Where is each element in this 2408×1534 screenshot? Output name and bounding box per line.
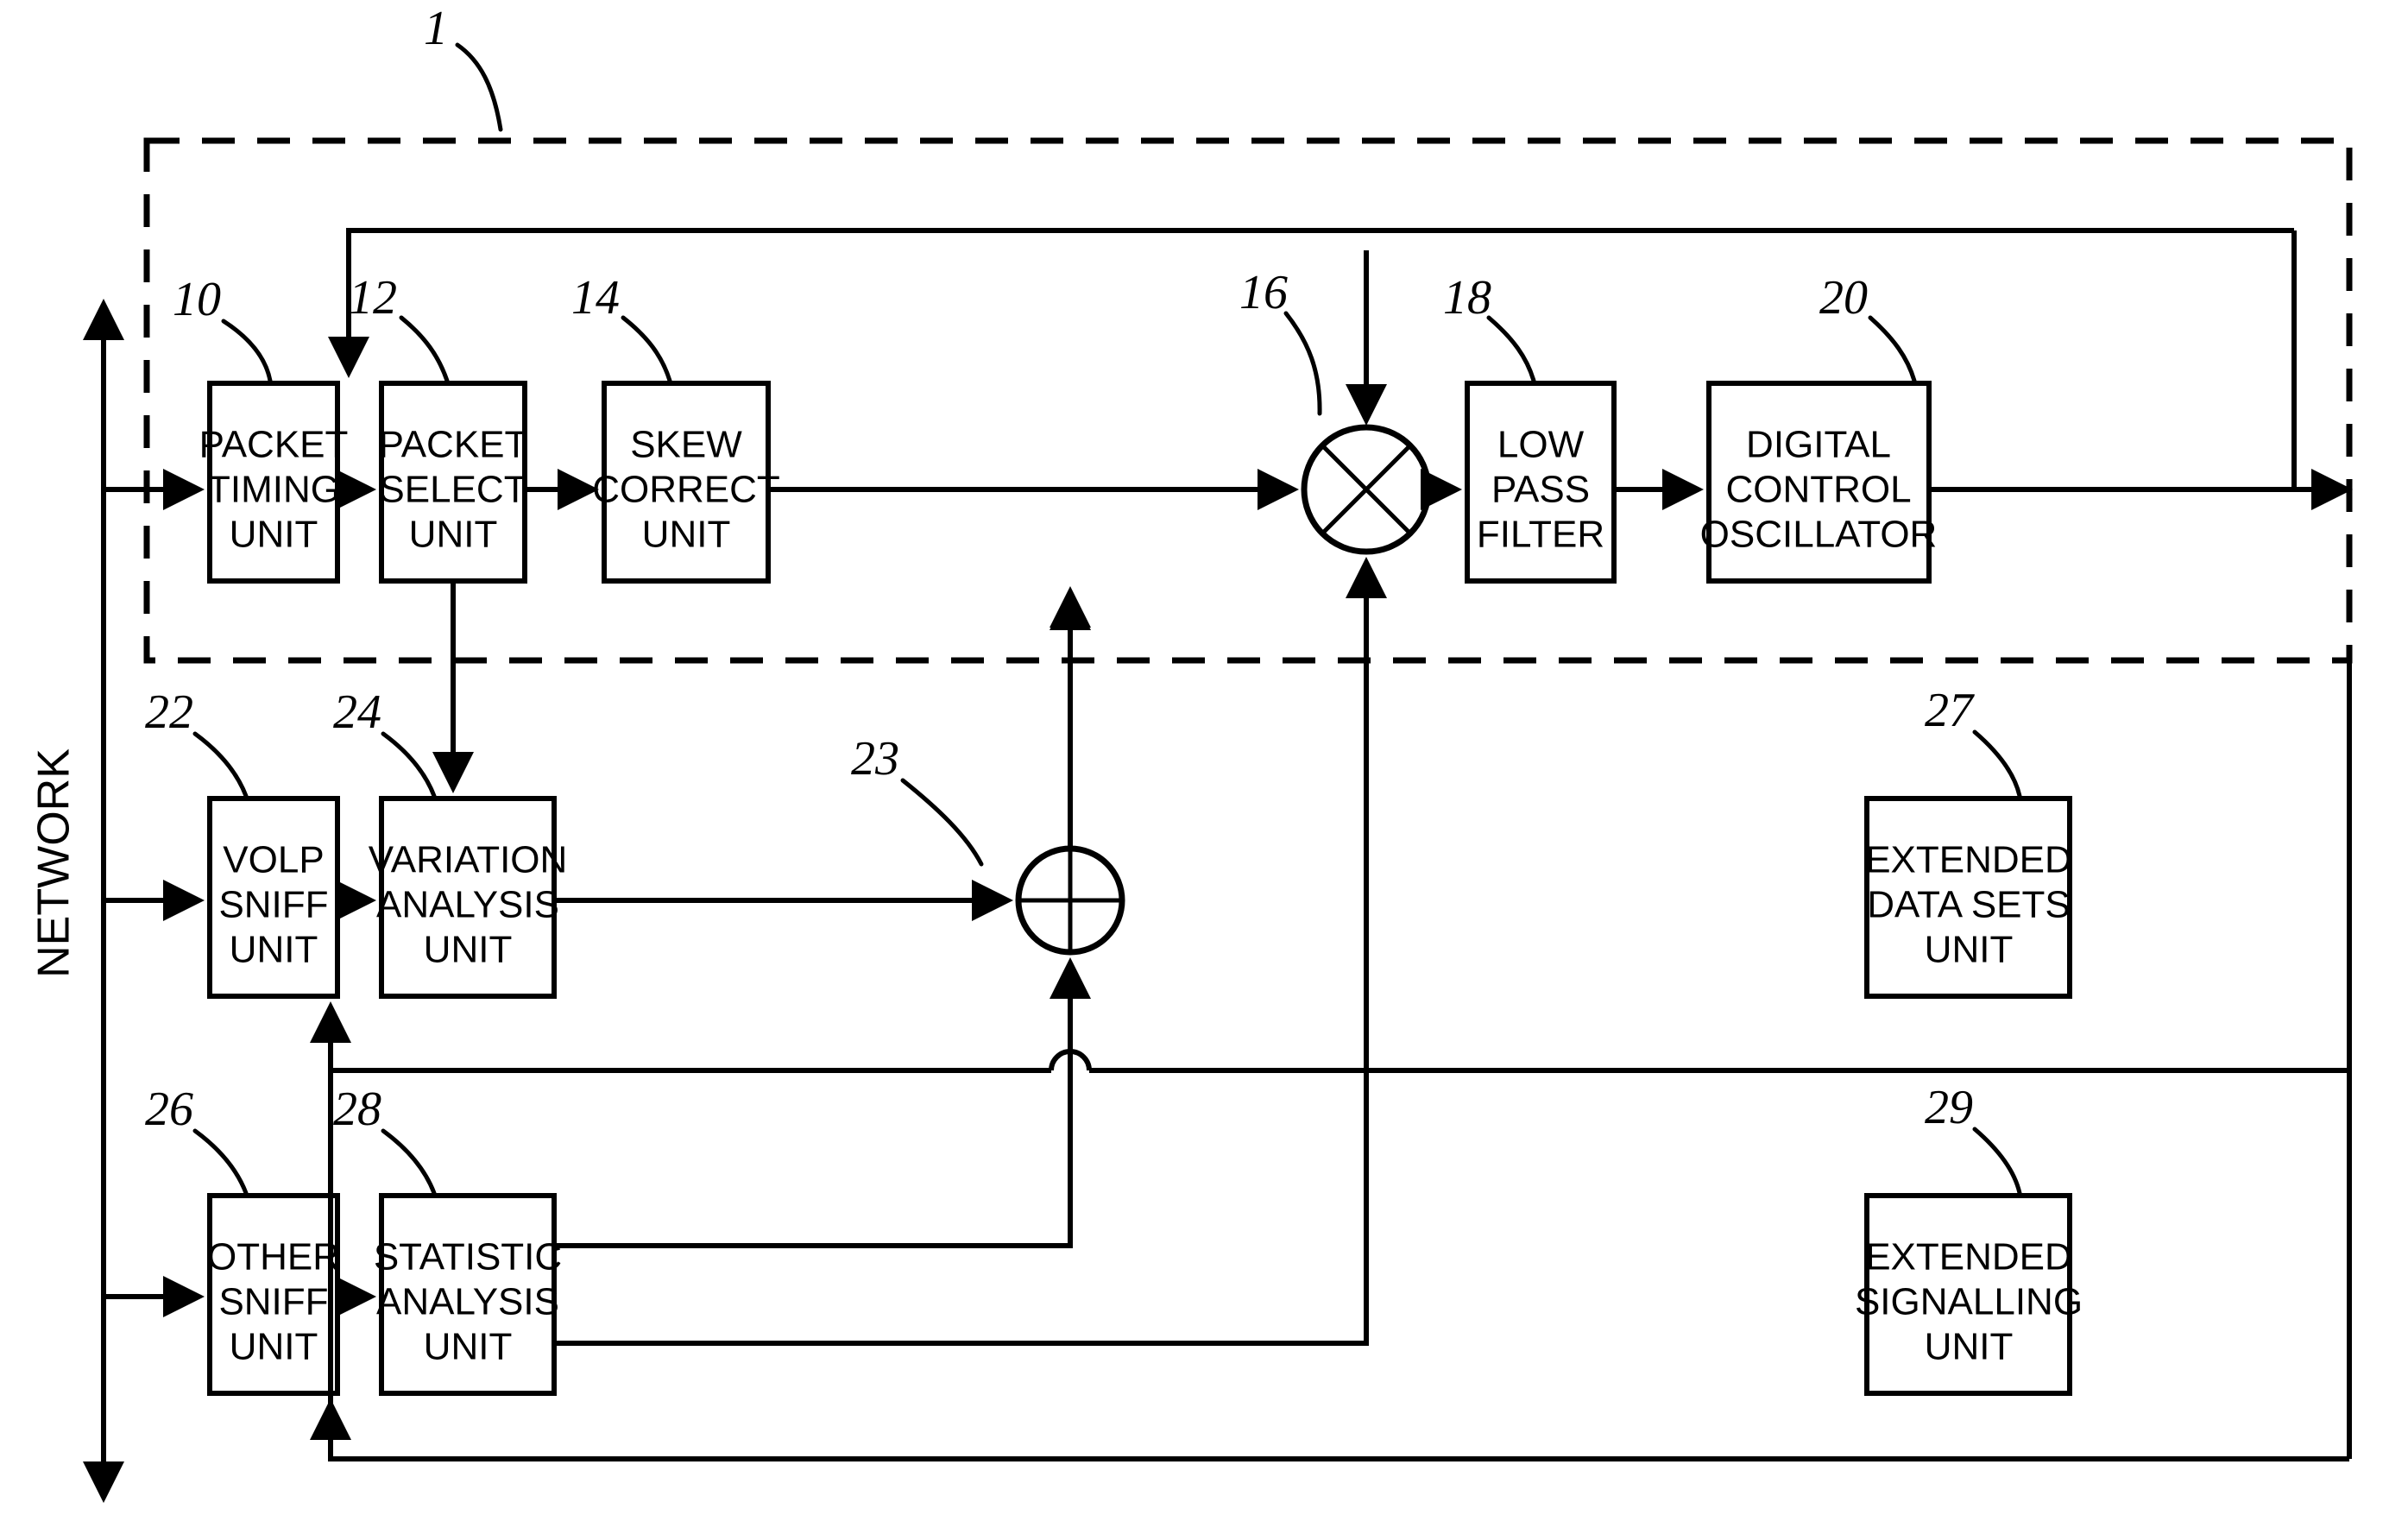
block-skew-correct-unit[interactable]: SKEW CORRECT UNIT <box>592 381 780 584</box>
block-statistic-analysis-unit[interactable]: STATISTIC ANALYSIS UNIT <box>374 1193 562 1396</box>
block-extended-data-sets-unit-line3: UNIT <box>1925 929 2014 971</box>
ref-number-23: 23 <box>851 732 899 786</box>
leader-12 <box>399 315 450 383</box>
block-statistic-analysis-unit-line1: STATISTIC <box>374 1236 562 1278</box>
block-digital-control-oscillator-line1: DIGITAL <box>1746 424 1891 466</box>
block-other-sniff-unit[interactable]: OTHER SNIFF UNIT <box>207 1193 340 1396</box>
network-label: NETWORK <box>29 748 79 978</box>
block-extended-signalling-unit-line1: EXTENDED <box>1865 1236 2072 1278</box>
leader-boundary <box>455 42 503 132</box>
block-skew-correct-unit-line1: SKEW <box>630 424 742 466</box>
leader-26 <box>192 1128 249 1196</box>
dco-feedback-path <box>328 228 2294 378</box>
leader-29 <box>1972 1127 2022 1196</box>
block-extended-signalling-unit-line3: UNIT <box>1925 1326 2014 1368</box>
leader-28 <box>381 1128 437 1196</box>
ref-number-14: 14 <box>571 271 620 325</box>
ref-number-24: 24 <box>333 685 381 739</box>
block-extended-data-sets-unit-line1: EXTENDED <box>1865 839 2072 881</box>
block-packet-timing-unit-line1: PACKET <box>199 424 349 466</box>
node-mixer-16[interactable] <box>1301 424 1432 555</box>
block-packet-timing-unit-line3: UNIT <box>230 514 318 556</box>
ref-number-16: 16 <box>1239 266 1288 319</box>
ref-number-18: 18 <box>1443 271 1491 325</box>
ref-number-20: 20 <box>1819 271 1868 325</box>
leader-18 <box>1486 315 1536 383</box>
block-extended-signalling-unit[interactable]: EXTENDED SIGNALLING UNIT <box>1855 1193 2083 1396</box>
block-digital-control-oscillator[interactable]: DIGITAL CONTROL OSCILLATOR <box>1700 381 1938 584</box>
block-low-pass-filter[interactable]: LOW PASS FILTER <box>1465 381 1617 584</box>
block-packet-select-unit-line3: UNIT <box>409 514 498 556</box>
ref-number-12: 12 <box>349 271 397 325</box>
ref-number-22: 22 <box>145 685 193 739</box>
block-digital-control-oscillator-line3: OSCILLATOR <box>1700 514 1938 556</box>
block-digital-control-oscillator-line2: CONTROL <box>1725 469 1911 511</box>
ref-number-29: 29 <box>1925 1081 1973 1134</box>
block-volp-sniff-unit-line2: SNIFF <box>218 884 328 926</box>
block-extended-signalling-unit-line2: SIGNALLING <box>1855 1281 2083 1323</box>
leader-16 <box>1283 311 1322 416</box>
leader-14 <box>621 315 672 383</box>
wire-statistic-analysis-to-summer <box>554 957 1091 1248</box>
block-skew-correct-unit-line3: UNIT <box>642 514 731 556</box>
block-variation-analysis-unit-line1: VARIATION <box>369 839 568 881</box>
block-statistic-analysis-unit-line2: ANALYSIS <box>376 1281 559 1323</box>
ref-number-28: 28 <box>333 1083 381 1136</box>
leader-20 <box>1868 315 1917 383</box>
block-skew-correct-unit-line2: CORRECT <box>592 469 780 511</box>
block-packet-timing-unit[interactable]: PACKET TIMING UNIT <box>199 381 349 584</box>
block-diagram-canvas: NETWORK 1 PACKET TIMING UNIT 10 PACKET S… <box>29 2 2353 1503</box>
block-extended-data-sets-unit[interactable]: EXTENDED DATA SETS UNIT <box>1864 796 2072 999</box>
leader-23 <box>900 778 984 867</box>
block-variation-analysis-unit-line2: ANALYSIS <box>376 884 559 926</box>
ref-number-26: 26 <box>145 1083 193 1136</box>
dco-feedback-wire <box>328 228 2294 378</box>
wire-return-bus-lower <box>328 1416 2349 1461</box>
node-summer-23[interactable] <box>1015 845 1125 956</box>
block-packet-select-unit[interactable]: PACKET SELECT UNIT <box>379 381 528 584</box>
block-volp-sniff-unit-line1: VOLP <box>223 839 324 881</box>
block-variation-analysis-unit-line3: UNIT <box>424 929 513 971</box>
leader-10 <box>221 319 273 383</box>
block-packet-select-unit-line2: SELECT <box>379 469 526 511</box>
ref-number-10: 10 <box>173 273 221 326</box>
block-statistic-analysis-unit-line3: UNIT <box>424 1326 513 1368</box>
patent-figure: NETWORK 1 PACKET TIMING UNIT 10 PACKET S… <box>0 0 2408 1534</box>
block-low-pass-filter-line3: FILTER <box>1477 514 1604 556</box>
block-variation-analysis-unit[interactable]: VARIATION ANALYSIS UNIT <box>369 796 568 999</box>
block-other-sniff-unit-line1: OTHER <box>207 1236 340 1278</box>
leader-24 <box>381 731 437 799</box>
block-other-sniff-unit-line3: UNIT <box>230 1326 318 1368</box>
block-packet-select-unit-line1: PACKET <box>379 424 528 466</box>
block-low-pass-filter-line2: PASS <box>1491 469 1590 511</box>
block-volp-sniff-unit-line3: UNIT <box>230 929 318 971</box>
block-other-sniff-unit-line2: SNIFF <box>218 1281 328 1323</box>
block-extended-data-sets-unit-line2: DATA SETS <box>1867 884 2071 926</box>
wire-statistic-analysis-to-mixer <box>554 557 1387 1346</box>
leader-27 <box>1972 729 2022 799</box>
block-volp-sniff-unit[interactable]: VOLP SNIFF UNIT <box>207 796 340 999</box>
ref-number-27: 27 <box>1925 684 1975 737</box>
ref-number-boundary: 1 <box>424 2 448 55</box>
block-packet-timing-unit-line2: TIMING <box>207 469 340 511</box>
block-low-pass-filter-line1: LOW <box>1497 424 1585 466</box>
leader-22 <box>192 731 249 799</box>
